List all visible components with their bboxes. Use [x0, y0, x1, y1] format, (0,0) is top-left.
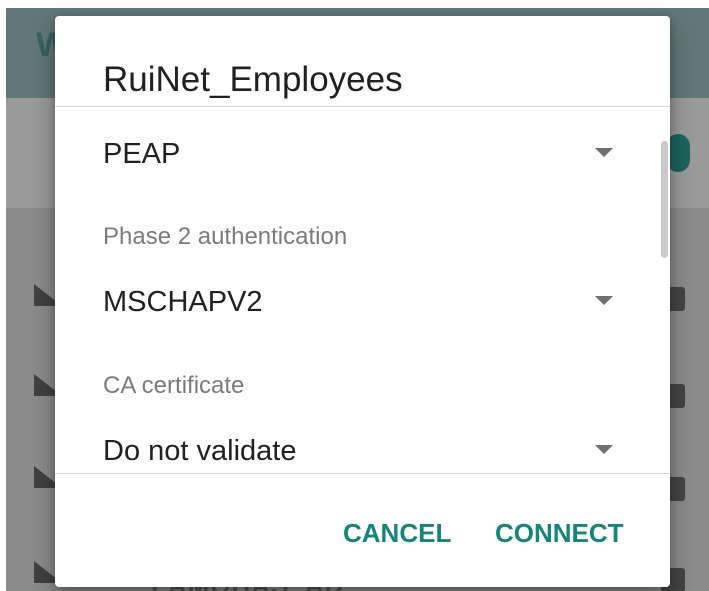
form-scrollbar[interactable] — [661, 141, 668, 258]
cancel-button[interactable]: CANCEL — [343, 512, 451, 554]
network-settings-form: PEAP Phase 2 authentication MSCHAPV2 CA … — [55, 107, 670, 473]
ca-certificate-label: CA certificate — [103, 372, 245, 399]
eap-method-select[interactable]: PEAP — [103, 123, 613, 181]
phase-2-authentication-select[interactable]: MSCHAPV2 — [103, 271, 613, 329]
phase-2-authentication-value: MSCHAPV2 — [103, 286, 263, 318]
dialog-bottom-divider — [55, 473, 670, 474]
ca-certificate-select[interactable]: Do not validate — [103, 420, 613, 473]
connect-button[interactable]: CONNECT — [495, 512, 624, 554]
wifi-network-dialog: RuiNet_Employees PEAP Phase 2 authentica… — [55, 16, 670, 587]
eap-method-value: PEAP — [103, 138, 181, 170]
phase-2-authentication-label: Phase 2 authentication — [103, 223, 348, 250]
dialog-title: RuiNet_Employees — [103, 60, 403, 99]
dropdown-arrow-icon — [595, 148, 613, 157]
ca-certificate-value: Do not validate — [103, 435, 297, 467]
dropdown-arrow-icon — [595, 445, 613, 454]
dropdown-arrow-icon — [595, 296, 613, 305]
